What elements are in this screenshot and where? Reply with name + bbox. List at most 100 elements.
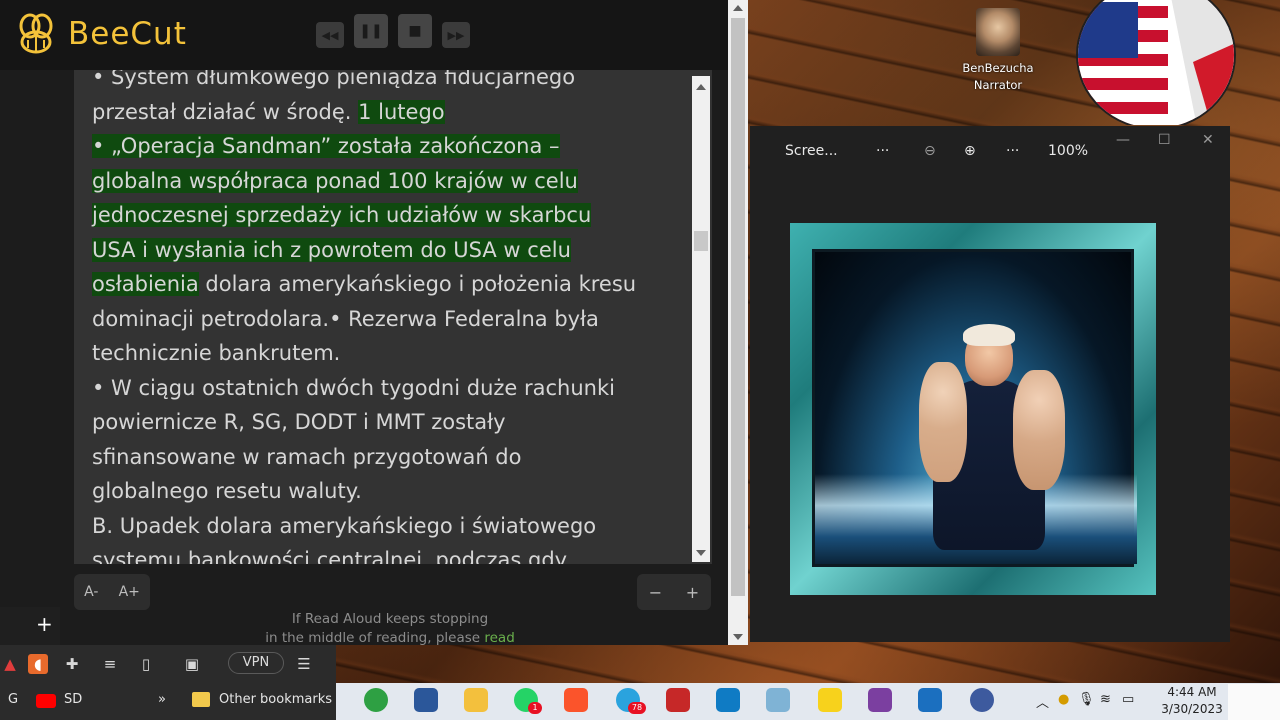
taskbar-clock[interactable]: 4:44 AM 3/30/2023 — [1160, 684, 1224, 718]
scroll-up-icon[interactable] — [733, 5, 743, 11]
viewer-more-options-button[interactable]: ··· — [1006, 143, 1019, 159]
player-controls: ◀◀ ❚❚ ■ ▶▶ — [316, 14, 470, 48]
menu-icon[interactable]: ☰ — [294, 654, 314, 674]
vpn-button[interactable]: VPN — [228, 652, 284, 674]
microphone-icon[interactable]: 🎙 — [1078, 692, 1095, 707]
text-line: USA i wysłania ich z powrotem do USA w c… — [92, 237, 571, 262]
image-viewer-window: Scree... ··· ⊖ ⊕ ··· 100% — ☐ ✕ — [750, 126, 1230, 642]
text-line: globalnego resetu waluty. — [92, 479, 362, 503]
window-scroll-thumb[interactable] — [731, 18, 745, 596]
text-line: osłabienia dolara amerykańskiego i położ… — [92, 272, 637, 296]
file-explorer-icon[interactable] — [464, 688, 488, 712]
text-scrollbar[interactable] — [692, 76, 710, 562]
forward-icon: ▶▶ — [447, 28, 465, 42]
pause-icon: ❚❚ — [359, 23, 383, 39]
minimize-button[interactable]: — — [1116, 132, 1130, 148]
zoom-level[interactable]: 100% — [1048, 143, 1088, 159]
child-left — [919, 362, 967, 482]
text-line: jednoczesnej sprzedaży ich udziałów w sk… — [92, 203, 592, 227]
font-smaller-button[interactable]: A- — [84, 584, 98, 600]
image-content — [812, 249, 1137, 567]
app-red-icon[interactable] — [666, 688, 690, 712]
text-line: systemu bankowości centralnej, podczas g… — [92, 548, 568, 564]
youtube-icon — [36, 694, 56, 708]
zoom-in-icon[interactable]: ⊕ — [964, 143, 976, 159]
forward-button[interactable]: ▶▶ — [442, 22, 470, 48]
narrator-name: BenBezucha Narrator — [962, 61, 1034, 92]
text-line: powiernicze R, SG, DODT i MMT zostały — [92, 410, 506, 434]
maximize-button[interactable]: ☐ — [1158, 132, 1171, 148]
bookmark-sd[interactable]: SD — [64, 692, 82, 707]
read-aloud-window: BeeCut ◀◀ ❚❚ ■ ▶▶ • System dłumkowego pi… — [0, 0, 748, 646]
app-name: BeeCut — [68, 16, 187, 52]
telegram-badge: 78 — [628, 702, 646, 714]
bee-logo-icon — [19, 13, 53, 54]
narrator-overlay: BenBezucha Narrator — [950, 8, 1046, 94]
scroll-down-icon[interactable] — [733, 634, 743, 640]
battery-icon[interactable]: ▭ — [1122, 692, 1134, 707]
font-larger-button[interactable]: A+ — [119, 584, 140, 600]
read-aloud-extension-icon[interactable]: ◖ — [28, 654, 48, 674]
text-line: • W ciągu ostatnich dwóch tygodni duże r… — [92, 375, 615, 400]
bookmarks-overflow-button[interactable]: » — [158, 692, 166, 707]
viewer-more-button[interactable]: ··· — [876, 143, 889, 159]
reader-top-bar: BeeCut ◀◀ ❚❚ ■ ▶▶ — [0, 0, 728, 70]
word-icon[interactable] — [414, 688, 438, 712]
playlist-icon[interactable]: ≡ — [100, 654, 120, 674]
taskbar-app-green-icon[interactable] — [364, 688, 388, 712]
photos-icon[interactable] — [918, 688, 942, 712]
pause-button[interactable]: ❚❚ — [354, 14, 388, 48]
text-line: technicznie bankrutem. — [92, 341, 341, 365]
rewind-icon: ◀◀ — [321, 28, 339, 42]
reading-text-area[interactable]: • System dłumkowego pieniądza fiducjarne… — [74, 70, 712, 564]
app-logo: BeeCut — [10, 12, 187, 56]
speed-controls: − + — [637, 574, 711, 610]
text-line: • System dłumkowego pieniądza fiducjarne… — [92, 70, 576, 89]
stop-icon: ■ — [408, 23, 422, 39]
wallet-icon[interactable]: ▣ — [182, 654, 202, 674]
avatar — [976, 8, 1020, 56]
new-tab-button[interactable]: + — [36, 612, 53, 636]
extensions-bar — [0, 645, 336, 683]
video-editor-icon[interactable] — [868, 688, 892, 712]
wifi-icon[interactable]: ≋ — [1100, 692, 1111, 707]
rewind-button[interactable]: ◀◀ — [316, 22, 344, 48]
scroll-down-icon[interactable] — [696, 550, 706, 556]
read-aloud-hint: If Read Aloud keeps stopping in the midd… — [265, 611, 515, 646]
brave-icon[interactable] — [564, 688, 588, 712]
app-blue-circle-icon[interactable] — [970, 688, 994, 712]
zoom-out-icon[interactable]: ⊖ — [924, 143, 936, 159]
puzzle-icon[interactable]: ✚ — [62, 654, 82, 674]
text-scroll-thumb[interactable] — [694, 231, 708, 251]
clock-date: 3/30/2023 — [1161, 702, 1223, 716]
text-line: dominacji petrodolara.• Rezerwa Federaln… — [92, 306, 599, 331]
beecut-taskbar-icon[interactable] — [818, 688, 842, 712]
text-line: B. Upadek dolara amerykańskiego i świato… — [92, 513, 597, 538]
speed-plus-button[interactable]: + — [686, 583, 699, 602]
bookmark-g[interactable]: G — [8, 692, 18, 707]
scroll-up-icon[interactable] — [696, 84, 706, 90]
tray-app-icon[interactable]: ● — [1058, 692, 1069, 707]
speed-minus-button[interactable]: − — [649, 583, 662, 602]
viewer-title[interactable]: Scree... — [785, 143, 838, 159]
flag-overlay — [1068, 0, 1240, 125]
child-right — [1013, 370, 1065, 490]
tray-chevron-icon[interactable]: ︿ — [1036, 692, 1049, 711]
text-line: globalna współpraca ponad 100 krajów w c… — [92, 168, 578, 193]
triangle-extension-icon[interactable]: ▲ — [0, 654, 20, 674]
other-bookmarks[interactable]: Other bookmarks — [219, 692, 332, 707]
text-line: sfinansowane w ramach przygotowań do — [92, 444, 522, 469]
us-poland-flag-icon — [1076, 0, 1236, 125]
clock-time: 4:44 AM — [1167, 685, 1217, 699]
stop-button[interactable]: ■ — [398, 14, 432, 48]
window-scrollbar[interactable] — [728, 0, 748, 645]
edge-icon[interactable] — [716, 688, 740, 712]
notes-icon[interactable] — [766, 688, 790, 712]
notification-area[interactable] — [1228, 684, 1280, 720]
hint-read-link[interactable]: read — [484, 630, 514, 646]
text-line: przestał działać w środę. 1 lutego — [92, 99, 445, 124]
reading-text: • System dłumkowego pieniądza fiducjarne… — [92, 70, 692, 564]
close-button[interactable]: ✕ — [1202, 132, 1214, 148]
folder-icon — [192, 692, 210, 707]
sidebar-icon[interactable]: ▯ — [136, 654, 156, 674]
